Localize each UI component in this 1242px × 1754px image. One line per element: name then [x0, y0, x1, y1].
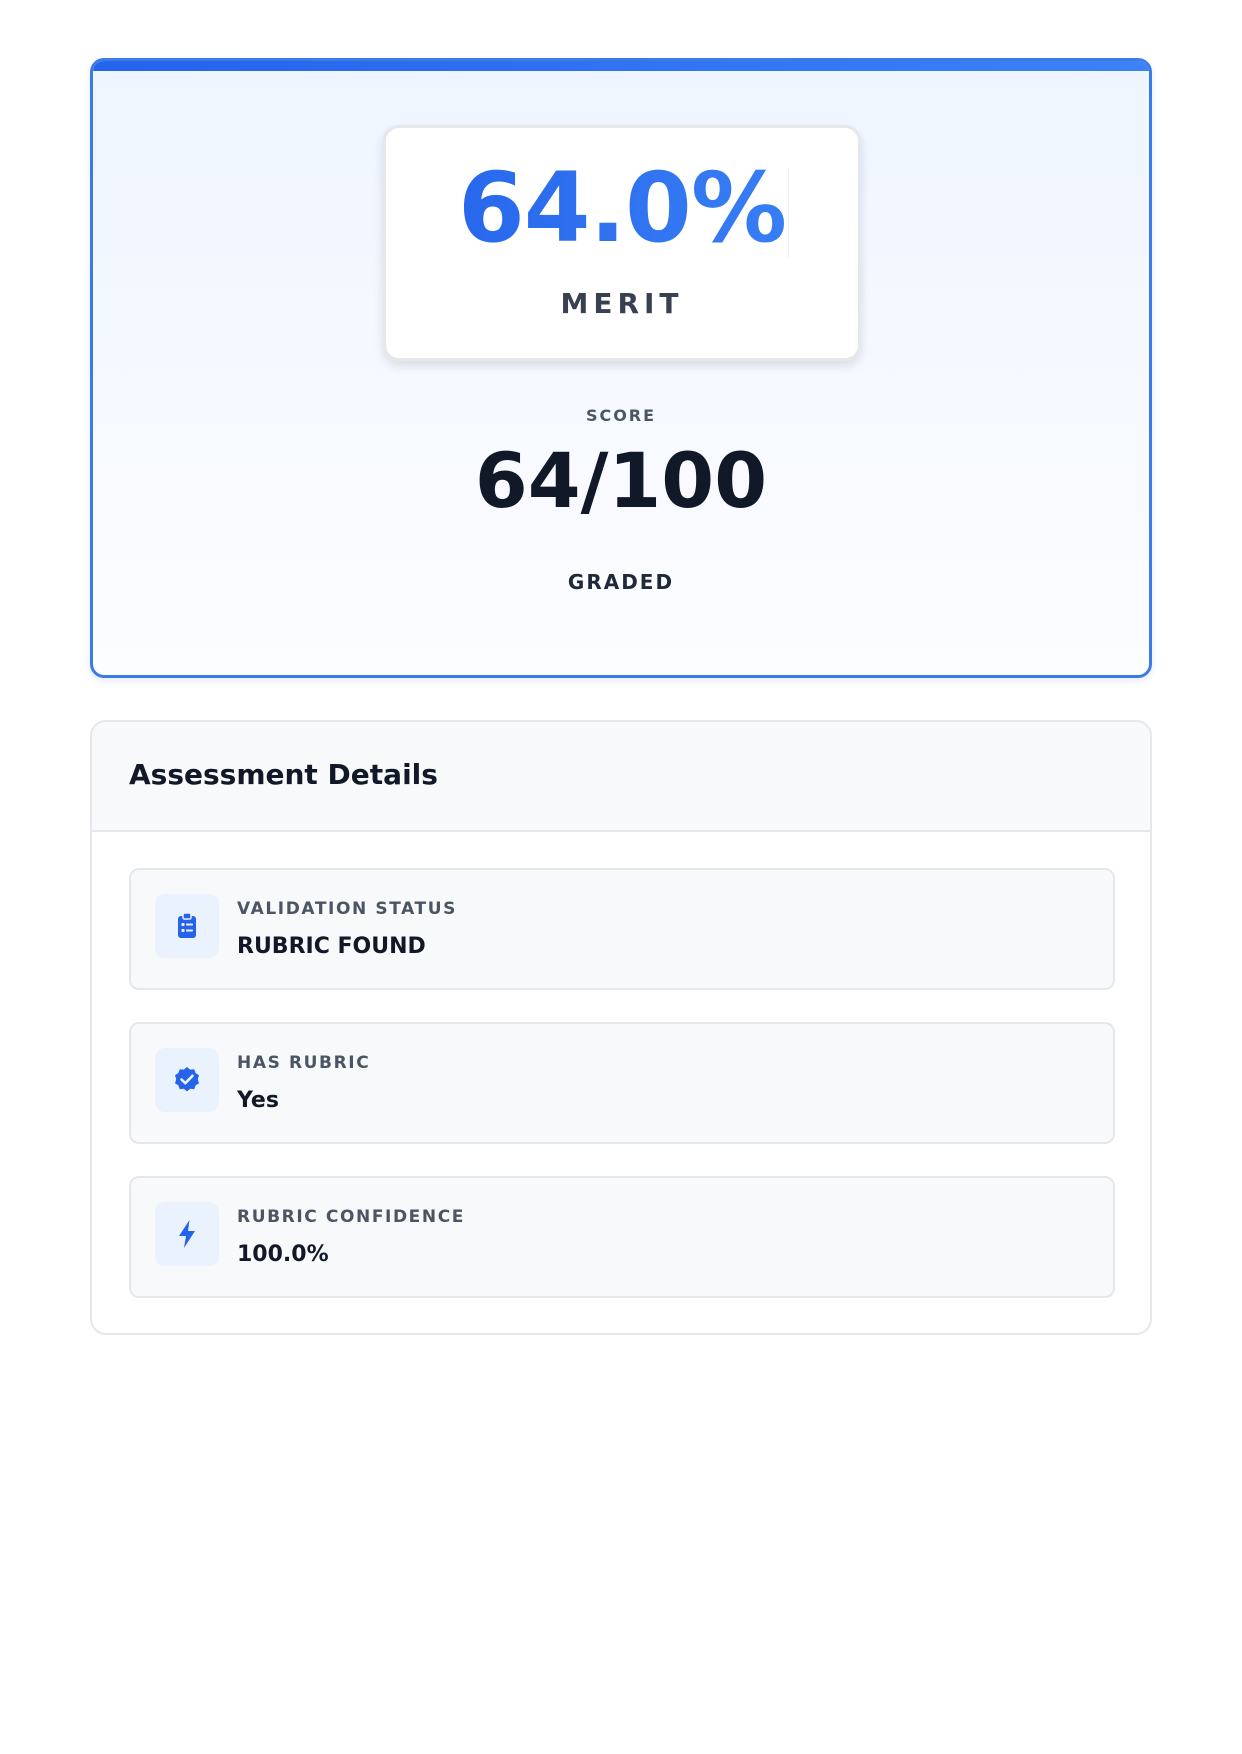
detail-label: VALIDATION STATUS: [237, 899, 457, 919]
lightning-bolt-icon: [155, 1202, 219, 1266]
score-caption: SCORE: [585, 406, 657, 425]
percentage-panel: 64.0% MERIT: [383, 125, 861, 361]
grade-label: MERIT: [560, 287, 684, 320]
details-header: Assessment Details: [92, 722, 1150, 832]
details-title: Assessment Details: [129, 758, 438, 791]
clipboard-list-icon: [155, 894, 219, 958]
detail-value: 100.0%: [237, 1242, 329, 1267]
detail-value: Yes: [237, 1088, 279, 1113]
badge-check-icon: [155, 1048, 219, 1112]
grading-status: GRADED: [567, 570, 675, 594]
detail-label: HAS RUBRIC: [237, 1053, 371, 1073]
detail-label: RUBRIC CONFIDENCE: [237, 1207, 465, 1227]
detail-item-validation-status: VALIDATION STATUS RUBRIC FOUND: [129, 868, 1115, 990]
detail-value: RUBRIC FOUND: [237, 934, 426, 959]
assessment-details-card: Assessment Details VALIDATION STATUS RUB…: [90, 720, 1152, 1335]
result-accent-bar: [93, 61, 1149, 71]
score-value: 64/100: [474, 436, 768, 525]
percentage-divider: [788, 168, 789, 258]
result-card: 64.0% MERIT SCORE 64/100 GRADED: [90, 58, 1152, 678]
detail-item-has-rubric: HAS RUBRIC Yes: [129, 1022, 1115, 1144]
detail-item-rubric-confidence: RUBRIC CONFIDENCE 100.0%: [129, 1176, 1115, 1298]
